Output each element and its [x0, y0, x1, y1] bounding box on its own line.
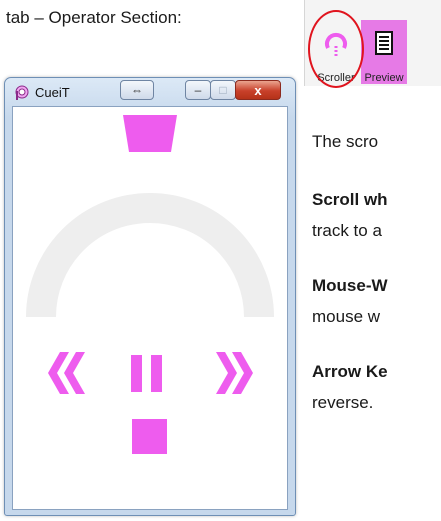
- stop-icon[interactable]: [132, 419, 167, 454]
- window-titlebar[interactable]: CueiT ⇔ – □ x: [5, 78, 295, 106]
- pause-icon[interactable]: [131, 355, 162, 392]
- scroller-controls: [26, 115, 274, 454]
- maximize-button[interactable]: □: [210, 80, 236, 100]
- close-button[interactable]: x: [235, 80, 281, 100]
- doc-paragraph-3-bold: Mouse-W: [312, 276, 388, 295]
- fast-forward-icon[interactable]: [216, 352, 253, 394]
- doc-paragraph-3-line2: mouse w: [312, 307, 381, 326]
- resize-arrows-icon: ⇔: [131, 83, 143, 97]
- doc-paragraph-4-bold: Arrow Ke: [312, 362, 388, 381]
- close-icon: x: [254, 82, 262, 98]
- doc-paragraph-2-bold: Scroll wh: [312, 190, 388, 209]
- cueit-window: CueiT ⇔ – □ x: [4, 77, 296, 516]
- rewind-icon[interactable]: [48, 352, 85, 394]
- doc-paragraph-4-line2: reverse.: [312, 393, 374, 412]
- resize-button[interactable]: ⇔: [120, 80, 154, 100]
- app-logo-icon: [15, 85, 29, 100]
- highlight-circle: [308, 10, 364, 88]
- maximize-icon: □: [219, 83, 227, 97]
- minimize-icon: –: [194, 83, 202, 97]
- scroller-panel: [12, 106, 288, 510]
- window-title: CueiT: [35, 85, 70, 100]
- speed-track[interactable]: [26, 193, 274, 318]
- preview-tab-label: Preview: [364, 72, 404, 84]
- document-list-icon: [375, 31, 393, 55]
- minimize-button[interactable]: –: [185, 80, 211, 100]
- doc-heading: tab – Operator Section:: [6, 8, 182, 27]
- doc-paragraph-2-line2: track to a: [312, 221, 382, 240]
- doc-paragraph-1: The scro: [312, 132, 379, 151]
- speed-indicator[interactable]: [123, 115, 177, 152]
- preview-tab-button[interactable]: Preview: [361, 20, 407, 84]
